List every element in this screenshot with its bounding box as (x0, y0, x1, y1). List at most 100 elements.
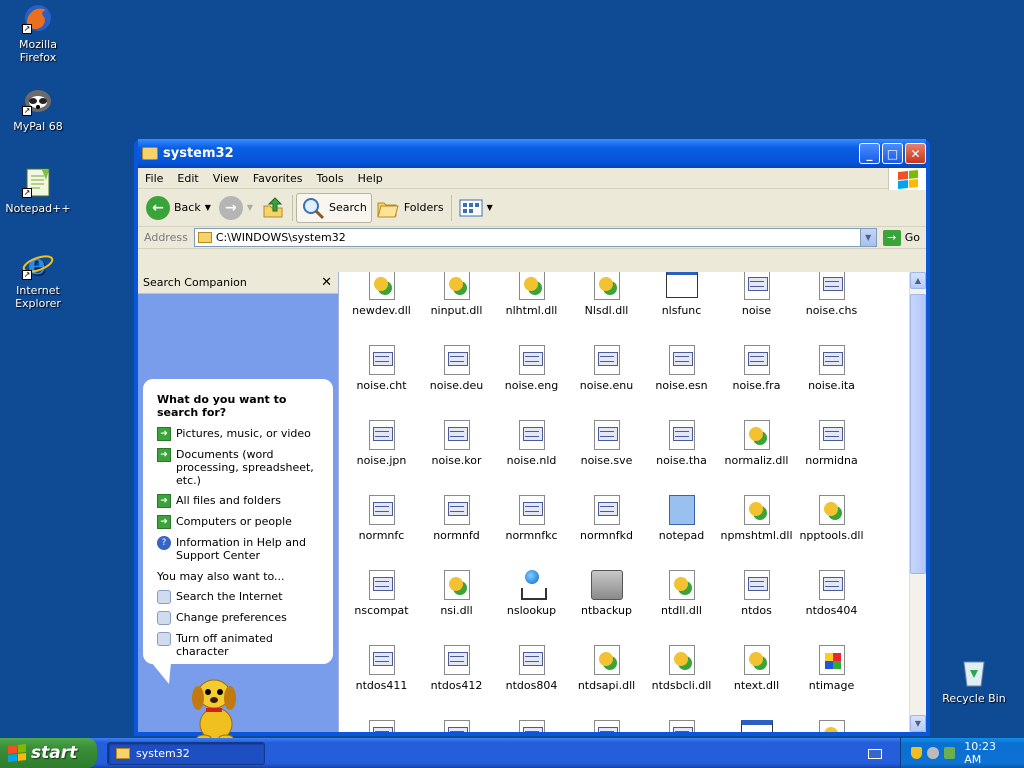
file-item[interactable]: ntbackup (569, 570, 644, 617)
file-item[interactable]: ntdsapi.dll (569, 645, 644, 692)
file-item[interactable]: ninput.dll (419, 272, 494, 317)
menu-view[interactable]: View (206, 172, 246, 185)
file-item[interactable]: nslookup (494, 570, 569, 617)
file-item[interactable]: ntimage (794, 645, 869, 692)
title-bar[interactable]: system32 _ □ ✕ (138, 139, 926, 168)
file-item[interactable]: npptools.dll (794, 495, 869, 542)
file-item[interactable]: normnfc (344, 495, 419, 542)
scroll-up-button[interactable]: ▲ (910, 272, 926, 289)
file-item[interactable]: noise.cht (344, 345, 419, 392)
file-item[interactable]: ntdll.dll (644, 570, 719, 617)
file-item[interactable]: nlhtml.dll (494, 272, 569, 317)
file-item[interactable] (344, 720, 419, 732)
file-item[interactable]: normidna (794, 420, 869, 467)
file-item[interactable]: nsi.dll (419, 570, 494, 617)
doc-file-icon (518, 345, 545, 375)
menu-favorites[interactable]: Favorites (246, 172, 310, 185)
desktop-icon-recycle-bin[interactable]: Recycle Bin (936, 656, 1012, 705)
menu-help[interactable]: Help (351, 172, 390, 185)
file-name: noise.enu (579, 379, 634, 392)
back-button[interactable]: ← Back ▼ (142, 193, 215, 223)
scroll-down-button[interactable]: ▼ (910, 715, 926, 732)
file-item[interactable]: normaliz.dll (719, 420, 794, 467)
search-button[interactable]: Search (296, 192, 372, 223)
file-item[interactable]: noise.sve (569, 420, 644, 467)
file-item[interactable]: noise.deu (419, 345, 494, 392)
file-item[interactable]: ntdsbcli.dll (644, 645, 719, 692)
file-item[interactable]: normnfkd (569, 495, 644, 542)
address-field[interactable]: C:\WINDOWS\system32 ▼ (193, 228, 877, 247)
vertical-scrollbar[interactable]: ▲ ▼ (909, 272, 926, 732)
scroll-thumb[interactable] (910, 294, 926, 574)
search-option-computers[interactable]: ➜ Computers or people (157, 515, 319, 529)
folders-button[interactable]: Folders (372, 193, 448, 223)
close-button[interactable]: ✕ (905, 143, 926, 164)
file-item[interactable] (494, 720, 569, 732)
file-item[interactable]: ntdos404 (794, 570, 869, 617)
file-item[interactable] (569, 720, 644, 732)
search-internet-link[interactable]: Search the Internet (157, 590, 319, 604)
file-item[interactable]: noise.kor (419, 420, 494, 467)
views-button[interactable]: ▼ (455, 193, 497, 223)
file-item[interactable]: noise.jpn (344, 420, 419, 467)
search-dog-icon[interactable] (186, 672, 244, 742)
globe-file-icon (519, 570, 547, 600)
file-item[interactable]: normnfd (419, 495, 494, 542)
file-item[interactable] (419, 720, 494, 732)
file-item[interactable]: noise.nld (494, 420, 569, 467)
minimize-button[interactable]: _ (859, 143, 880, 164)
file-item[interactable]: ntdos411 (344, 645, 419, 692)
file-item[interactable]: noise.tha (644, 420, 719, 467)
file-item[interactable]: ntdos804 (494, 645, 569, 692)
file-item[interactable]: noise.eng (494, 345, 569, 392)
change-preferences-link[interactable]: Change preferences (157, 611, 319, 625)
network-icon[interactable] (943, 747, 956, 759)
file-item[interactable] (644, 720, 719, 732)
file-item[interactable]: Nlsdl.dll (569, 272, 644, 317)
file-item[interactable]: ntdos (719, 570, 794, 617)
forward-button[interactable]: → ▼ (215, 193, 257, 223)
desktop-icon-ie[interactable]: e ↗ Internet Explorer (0, 248, 76, 310)
search-option-pictures[interactable]: ➜ Pictures, music, or video (157, 427, 319, 441)
search-option-all-files[interactable]: ➜ All files and folders (157, 494, 319, 508)
keyboard-icon[interactable] (868, 749, 882, 759)
file-name: ntdll.dll (661, 604, 702, 617)
file-item[interactable] (794, 720, 869, 732)
turn-off-character-link[interactable]: Turn off animated character (157, 632, 319, 658)
menu-file[interactable]: File (138, 172, 170, 185)
desktop-icon-mypal[interactable]: ↗ MyPal 68 (0, 84, 76, 133)
file-item[interactable]: noise.fra (719, 345, 794, 392)
file-item[interactable]: nlsfunc (644, 272, 719, 317)
desktop-icon-firefox[interactable]: ↗ Mozilla Firefox (0, 2, 76, 64)
file-item[interactable]: noise (719, 272, 794, 317)
menu-edit[interactable]: Edit (170, 172, 205, 185)
file-item[interactable]: npmshtml.dll (719, 495, 794, 542)
security-shield-icon[interactable] (911, 747, 923, 759)
file-item[interactable]: newdev.dll (344, 272, 419, 317)
maximize-button[interactable]: □ (882, 143, 903, 164)
go-button[interactable]: → Go (877, 229, 926, 246)
file-item[interactable]: noise.ita (794, 345, 869, 392)
file-item[interactable]: noise.chs (794, 272, 869, 317)
update-icon[interactable] (927, 747, 939, 759)
file-item[interactable]: nscompat (344, 570, 419, 617)
start-button[interactable]: start (0, 738, 97, 768)
file-item[interactable]: noise.esn (644, 345, 719, 392)
file-item[interactable]: ntext.dll (719, 645, 794, 692)
up-folder-button[interactable] (257, 193, 289, 223)
menu-tools[interactable]: Tools (310, 172, 351, 185)
file-item[interactable]: normnfkc (494, 495, 569, 542)
file-item[interactable]: ntdos412 (419, 645, 494, 692)
dll-file-icon (818, 495, 845, 525)
chevron-down-icon[interactable]: ▼ (247, 203, 253, 212)
file-item[interactable] (719, 720, 794, 732)
desktop-icon-notepadpp[interactable]: ↗ Notepad++ (0, 166, 76, 215)
chevron-down-icon[interactable]: ▼ (205, 203, 211, 212)
file-item[interactable]: notepad (644, 495, 719, 542)
search-option-documents[interactable]: ➜ Documents (word processing, spreadsheet… (157, 448, 319, 487)
file-item[interactable]: noise.enu (569, 345, 644, 392)
address-dropdown-button[interactable]: ▼ (859, 229, 876, 246)
search-option-help[interactable]: ? Information in Help and Support Center (157, 536, 319, 562)
close-pane-button[interactable]: ✕ (321, 275, 332, 290)
taskbar-item-system32[interactable]: system32 (107, 741, 265, 765)
